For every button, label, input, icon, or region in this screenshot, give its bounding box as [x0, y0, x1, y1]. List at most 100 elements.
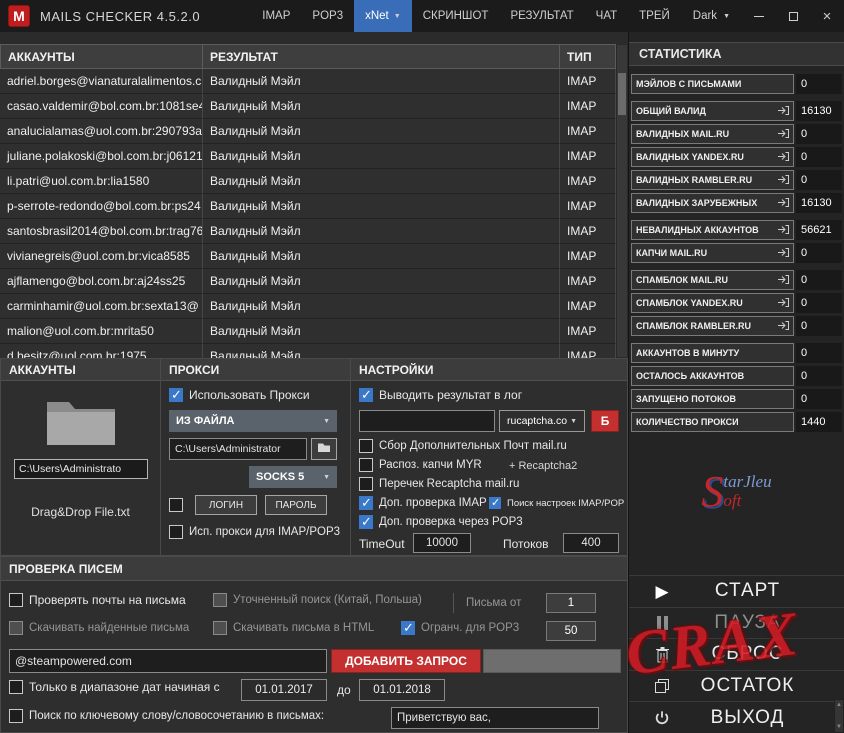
date-range-checkbox[interactable]: Только в диапазоне дат начиная с — [9, 680, 220, 694]
search-query-input[interactable] — [9, 649, 327, 673]
refined-search-checkbox[interactable]: Уточненный поиск (Китай, Польша) — [213, 593, 422, 607]
use-proxy-checkbox[interactable]: Использовать Прокси — [169, 387, 310, 403]
proxy-path-input[interactable] — [169, 438, 307, 460]
exit-button[interactable]: ВЫХОД — [629, 701, 844, 733]
menu-item-label: СКРИНШОТ — [422, 10, 489, 22]
proxy-browse-button[interactable] — [311, 438, 337, 460]
threads-input[interactable] — [563, 533, 619, 553]
captcha-key-input[interactable] — [359, 410, 495, 432]
checkbox[interactable] — [359, 458, 373, 472]
date-from-input[interactable] — [241, 679, 327, 701]
proxy-login-button[interactable]: ЛОГИН — [195, 495, 257, 515]
table-row[interactable]: p-serrote-redondo@bol.com.br:ps24 Валидны… — [0, 194, 616, 219]
checkbox[interactable] — [169, 525, 183, 539]
column-header-accounts[interactable]: АККАУНТЫ — [0, 44, 203, 69]
proxy-password-button[interactable]: ПАРОЛЬ — [265, 495, 327, 515]
result-cell: Валидный Мэйл — [203, 269, 560, 294]
mini-scrollbar[interactable]: ▲ ▼ — [834, 699, 844, 733]
remainder-button[interactable]: ОСТАТОК — [629, 669, 844, 702]
menu-item-чат[interactable]: ЧАТ — [585, 0, 628, 32]
accounts-dropzone[interactable]: C:\Users\Administrato Drag&Drop File.txt — [1, 381, 160, 555]
chevron-down-icon: ▼ — [723, 12, 730, 20]
table-row[interactable]: malion@uol.com.br:mrita50 Валидный Мэйл IM… — [0, 319, 616, 344]
checkbox[interactable] — [169, 498, 183, 512]
checkbox[interactable] — [489, 496, 501, 509]
checkbox[interactable] — [359, 439, 373, 453]
menu-item-скриншот[interactable]: СКРИНШОТ — [412, 0, 500, 32]
letters-from-input[interactable] — [546, 593, 596, 613]
table-row[interactable]: juliane.polakoski@bol.com.br:j06121 Валид… — [0, 144, 616, 169]
log-output-checkbox[interactable]: Выводить результат в лог — [359, 387, 522, 403]
balance-button[interactable]: Б — [591, 410, 619, 432]
table-row[interactable]: vivianegreis@uol.com.br:vica8585 Валидный… — [0, 244, 616, 269]
scrollbar-thumb[interactable] — [618, 73, 626, 115]
checkbox[interactable] — [359, 477, 373, 491]
date-to-input[interactable] — [359, 679, 445, 701]
checkbox[interactable] — [169, 387, 183, 403]
checkbox[interactable] — [9, 621, 23, 635]
table-row[interactable]: li.patri@uol.com.br:lia1580 Валидный Мэйл… — [0, 169, 616, 194]
recheck-recaptcha-checkbox[interactable]: Перечек Recaptcha mail.ru — [359, 477, 519, 491]
minimize-button[interactable] — [742, 0, 776, 32]
proxy-type-dropdown[interactable]: SOCKS 5 ▼ — [249, 466, 337, 488]
checkbox[interactable] — [359, 387, 373, 403]
result-cell: Валидный Мэйл — [203, 244, 560, 269]
imap-check-checkbox[interactable]: Доп. проверка IMAP — [359, 495, 487, 511]
table-row[interactable]: ajflamengo@bol.com.br:aj24ss25 Валидный М… — [0, 269, 616, 294]
menu-item-трей[interactable]: ТРЕЙ — [628, 0, 681, 32]
menu-item-imap[interactable]: IMAP — [251, 0, 301, 32]
column-header-result[interactable]: РЕЗУЛЬТАТ — [203, 44, 560, 69]
pause-button[interactable]: ПАУЗА — [629, 606, 844, 639]
checkbox[interactable] — [9, 593, 23, 607]
accounts-file-path[interactable]: C:\Users\Administrato — [14, 459, 148, 479]
table-row[interactable]: casao.valdemir@bol.com.br:1081se4 Валидны… — [0, 94, 616, 119]
menu-item-результат[interactable]: РЕЗУЛЬТАТ — [499, 0, 584, 32]
keyword-search-checkbox[interactable]: Поиск по ключевому слову/словосочетанию … — [9, 709, 324, 723]
checkbox[interactable] — [359, 514, 373, 530]
timeout-input[interactable] — [413, 533, 471, 553]
menu-item-label: xNet — [365, 10, 389, 22]
download-html-checkbox[interactable]: Скачивать письма в HTML — [213, 621, 374, 635]
checkbox[interactable] — [213, 593, 227, 607]
start-button[interactable]: ▶ СТАРТ — [629, 575, 844, 607]
proxy-auth-checkbox[interactable] — [169, 498, 183, 512]
table-row[interactable]: adriel.borges@vianaturalalimentos.c Валид… — [0, 69, 616, 94]
captcha-service-dropdown[interactable]: rucaptcha.co ▼ — [499, 410, 585, 432]
imap-settings-checkbox[interactable]: Поиск настроек IMAP/POP — [489, 496, 624, 509]
menu-item-xnet[interactable]: xNet ▼ — [354, 0, 412, 32]
pop3-check-checkbox[interactable]: Доп. проверка через POP3 — [359, 514, 523, 530]
table-row[interactable]: d.besitz@uol.com.br:1975 Валидный Мэйл IMA… — [0, 344, 616, 358]
pop3-limit-checkbox[interactable]: Огранч. для POP3 — [401, 620, 519, 636]
accounts-table: АККАУНТЫ РЕЗУЛЬТАТ ТИП adriel.borges@via… — [0, 44, 616, 358]
theme-selector[interactable]: Dark ▼ — [681, 0, 742, 32]
table-row[interactable]: analucialamas@uol.com.br:290793al Валидны… — [0, 119, 616, 144]
reset-button[interactable]: СБРОС — [629, 638, 844, 670]
minimize-icon — [754, 15, 764, 17]
table-row[interactable]: santosbrasil2014@bol.com.br:trag76 Валидн… — [0, 219, 616, 244]
collect-extra-mails-checkbox[interactable]: Сбор Дополнительных Почт mail.ru — [359, 439, 567, 453]
checkbox[interactable] — [9, 709, 23, 723]
proxy-source-dropdown[interactable]: ИЗ ФАЙЛА ▼ — [169, 410, 337, 432]
check-mails-checkbox[interactable]: Проверять почты на письма — [9, 593, 186, 607]
table-scrollbar[interactable] — [616, 44, 628, 358]
pop3-limit-input[interactable] — [546, 621, 596, 641]
pause-icon — [651, 615, 673, 630]
add-query-button[interactable]: ДОБАВИТЬ ЗАПРОС — [331, 649, 481, 673]
download-mails-checkbox[interactable]: Скачивать найденные письма — [9, 621, 189, 635]
stat-label: СПАМБЛОК MAIL.RU — [631, 270, 794, 290]
checkbox[interactable] — [401, 620, 415, 636]
column-header-type[interactable]: ТИП — [560, 44, 616, 69]
menu-item-pop3[interactable]: POP3 — [301, 0, 354, 32]
type-cell: IMAP — [560, 219, 616, 244]
checkbox[interactable] — [359, 495, 373, 511]
recognize-captcha-checkbox[interactable]: Распоз. капчи MYR — [359, 458, 482, 472]
close-button[interactable]: × — [810, 0, 844, 32]
type-cell: IMAP — [560, 194, 616, 219]
maximize-button[interactable] — [776, 0, 810, 32]
stat-value: 0 — [796, 124, 842, 144]
checkbox[interactable] — [9, 680, 23, 694]
keyword-input[interactable] — [391, 707, 599, 729]
table-row[interactable]: carminhamir@uol.com.br:sexta13@ Валидный … — [0, 294, 616, 319]
checkbox[interactable] — [213, 621, 227, 635]
proxy-use-for-checkbox[interactable]: Исп. прокси для IMAP/POP3 — [169, 525, 340, 539]
